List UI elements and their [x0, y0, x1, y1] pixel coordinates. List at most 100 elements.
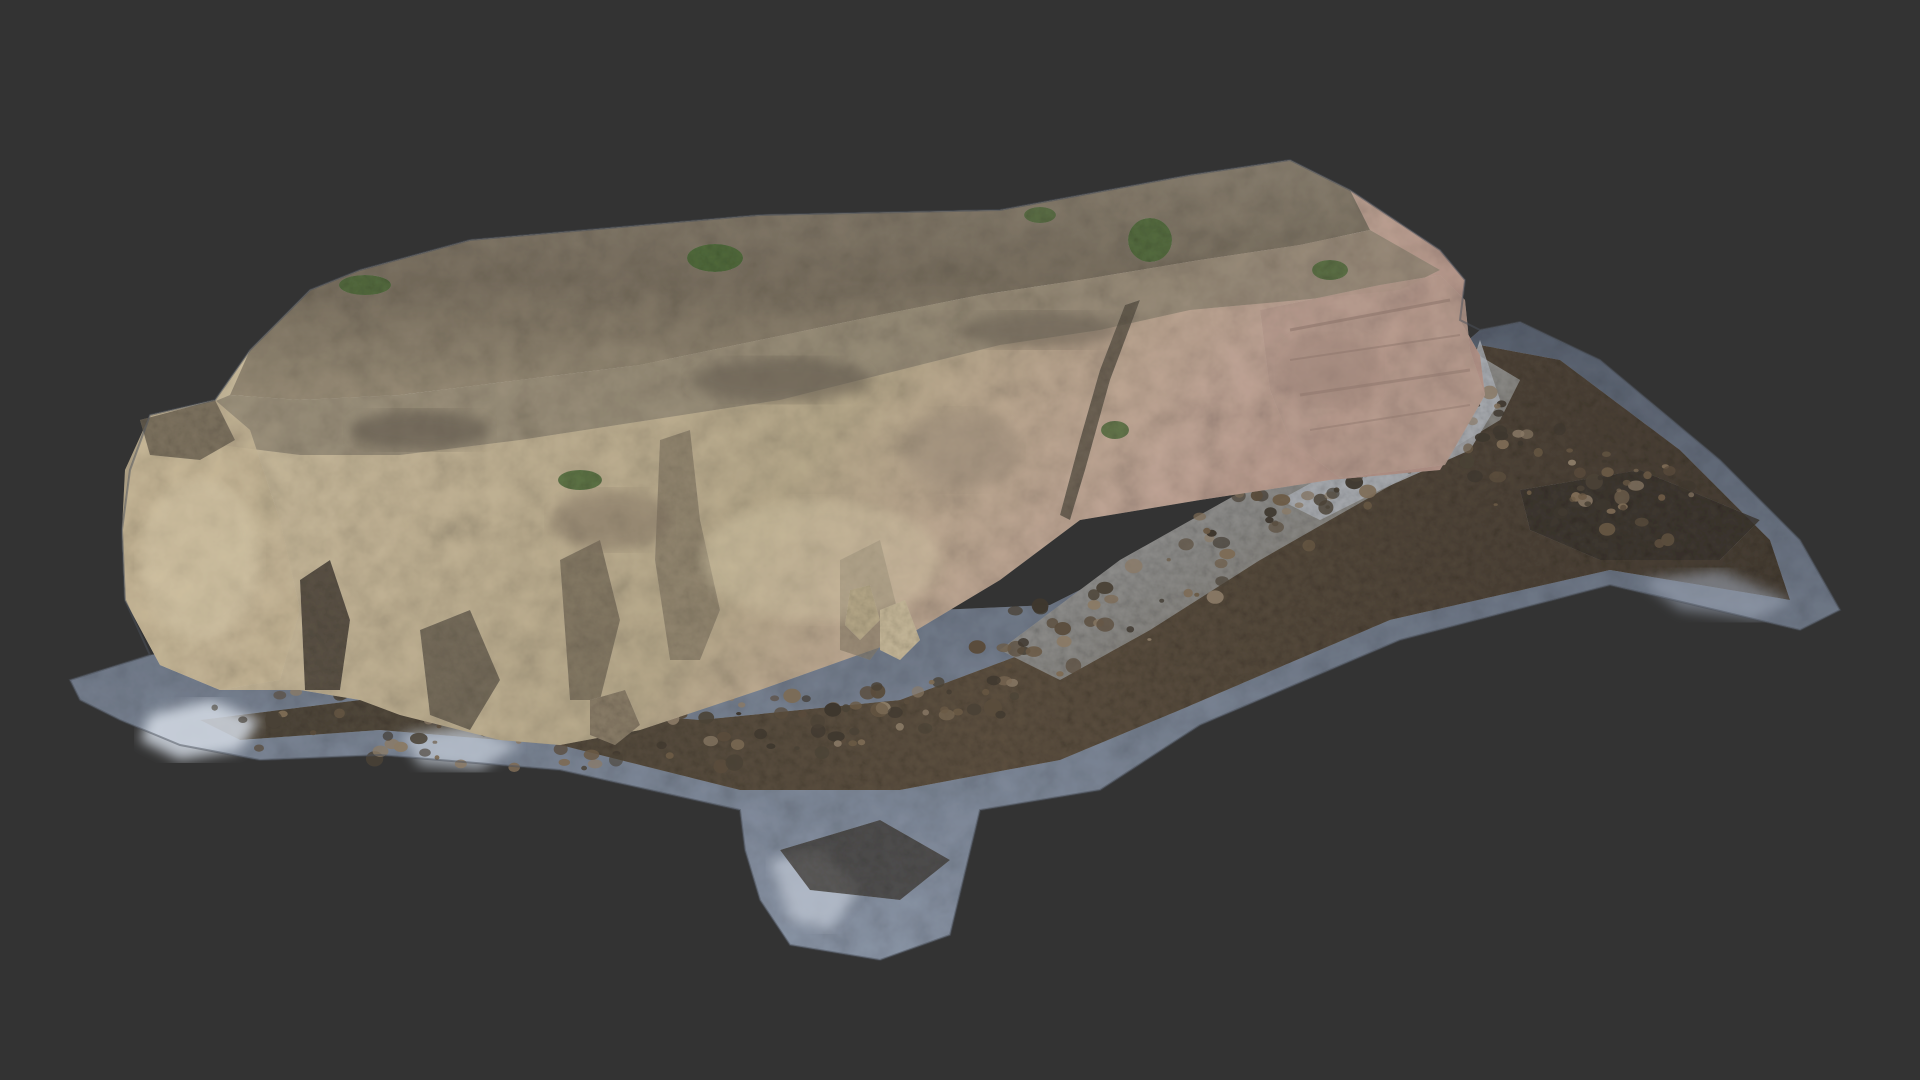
boulder [698, 711, 715, 724]
boulder [1025, 646, 1043, 657]
boulder [1688, 492, 1695, 498]
boulder [1602, 451, 1611, 458]
boulder [940, 706, 949, 714]
boulder [1194, 592, 1200, 597]
boulder [1459, 454, 1475, 469]
boulder [1178, 538, 1194, 551]
boulder [1294, 502, 1304, 509]
boulder [766, 743, 776, 749]
boulder [587, 759, 603, 769]
boulder [841, 704, 851, 713]
boulder [1326, 487, 1340, 499]
boulder [1212, 536, 1231, 549]
boulder [1663, 465, 1676, 476]
boulder [1265, 516, 1274, 524]
boulder [928, 679, 935, 685]
boulder [857, 739, 866, 746]
boulder [996, 643, 1012, 653]
boulder [703, 735, 718, 747]
boulder [1658, 494, 1666, 501]
boulder [1598, 522, 1616, 536]
boulder [1159, 598, 1165, 603]
boulder [1147, 638, 1152, 641]
boulder [1517, 440, 1524, 446]
boulder [982, 688, 990, 696]
boulder [717, 731, 731, 742]
boulder [1065, 658, 1082, 674]
3d-viewport[interactable] [0, 0, 1920, 1080]
boulder [609, 753, 623, 767]
boulder [1533, 447, 1543, 457]
boulder [1467, 470, 1483, 483]
boulder [946, 689, 952, 695]
boulder [553, 743, 568, 755]
boulder [310, 730, 317, 736]
boulder [754, 728, 767, 740]
boulder [1463, 443, 1474, 454]
boulder [794, 746, 800, 750]
boulder [1496, 439, 1509, 450]
boulder [1264, 507, 1277, 518]
boulder [265, 711, 283, 729]
boulder [1219, 548, 1236, 560]
boulder [1206, 590, 1224, 604]
boulder [273, 690, 287, 700]
boulder [1046, 618, 1059, 629]
boulder [1166, 558, 1171, 562]
boulder [211, 704, 218, 711]
boulder [738, 702, 746, 708]
boulder [725, 754, 744, 771]
boulder [334, 708, 345, 719]
boulder [1281, 508, 1292, 515]
boulder [1493, 409, 1505, 417]
boulder [1643, 471, 1652, 480]
boulder [581, 765, 587, 771]
boulder [1301, 491, 1315, 501]
boulder [1474, 432, 1491, 442]
boulder [918, 723, 933, 734]
boulder [1302, 539, 1316, 552]
boulder [1601, 467, 1614, 478]
boulder [814, 746, 830, 759]
boulder [1597, 475, 1603, 481]
boulder [966, 703, 982, 716]
boulder [1124, 558, 1143, 574]
boulder [1654, 539, 1665, 548]
boulder [833, 740, 842, 747]
rock-scan-model[interactable] [0, 0, 1920, 1080]
boulder [1088, 589, 1100, 601]
boulder [1489, 471, 1507, 483]
boulder [1272, 494, 1291, 506]
boulder [665, 752, 674, 759]
boulder [1104, 594, 1119, 604]
boulder [432, 740, 438, 744]
boulder [1568, 459, 1576, 466]
boulder [827, 731, 845, 742]
boulder [410, 732, 428, 745]
boulder [1634, 517, 1649, 527]
boulder [1494, 403, 1501, 409]
boulder [1574, 467, 1586, 479]
boulder [1578, 493, 1587, 500]
boulder [1017, 638, 1029, 647]
boulder [986, 675, 1001, 686]
boulder [770, 695, 780, 702]
boulder [238, 716, 248, 723]
boulder [1087, 600, 1101, 610]
boulder [1553, 423, 1566, 436]
boulder [382, 731, 394, 741]
boulder [1507, 428, 1514, 433]
boulder [871, 682, 883, 691]
boulder [783, 688, 801, 703]
boulder [887, 706, 903, 719]
boulder [1584, 501, 1592, 507]
boulder [1622, 479, 1631, 486]
boulder [1653, 523, 1659, 527]
boulder [798, 710, 807, 718]
boulder [558, 758, 570, 766]
boulder [849, 701, 862, 710]
boulder [656, 741, 667, 750]
boulder [1569, 496, 1576, 503]
boulder [1576, 485, 1585, 492]
boulder [736, 712, 742, 716]
